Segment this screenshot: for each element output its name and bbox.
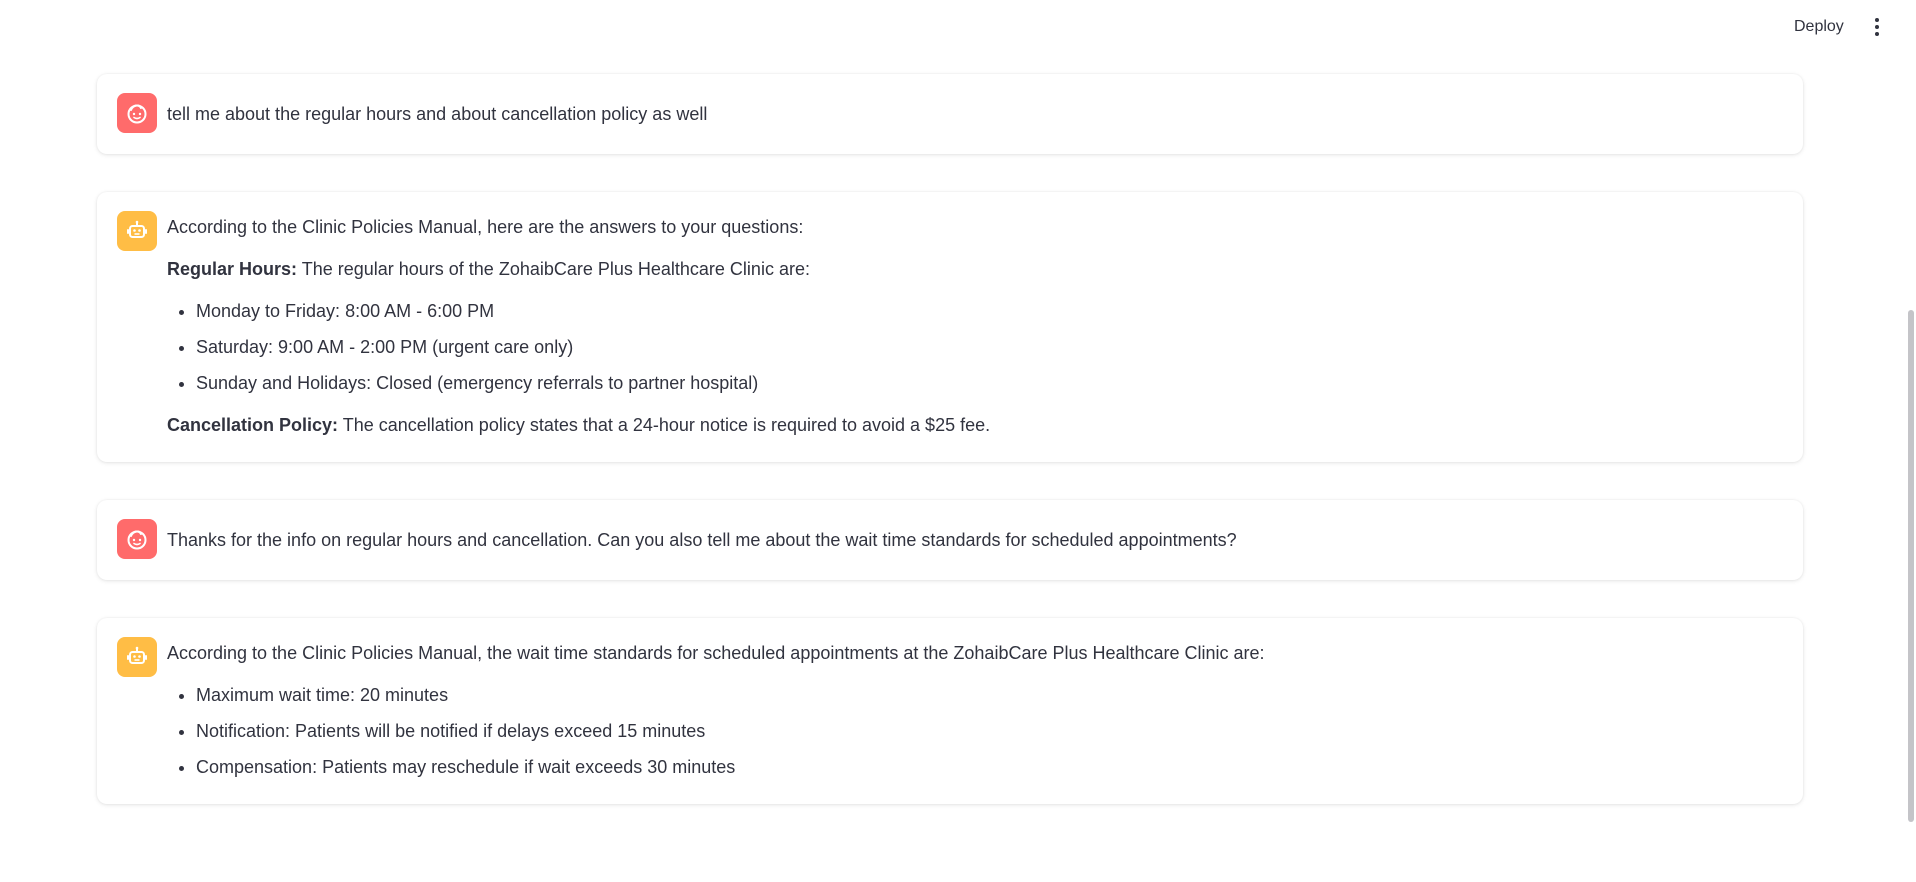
list-item: Sunday and Holidays: Closed (emergency r… [196,370,1779,396]
deploy-button[interactable]: Deploy [1782,14,1856,40]
chat-message-assistant: According to the Clinic Policies Manual,… [97,618,1803,804]
user-face-icon [117,93,157,133]
scrollbar-thumb[interactable] [1908,310,1914,822]
message-text: Thanks for the info on regular hours and… [167,530,1237,550]
list-item: Notification: Patients will be notified … [196,718,1779,744]
list-item: Maximum wait time: 20 minutes [196,682,1779,708]
kebab-menu-icon[interactable] [1864,14,1890,40]
robot-icon [117,211,157,251]
cancellation-text: The cancellation policy states that a 24… [338,415,991,435]
top-header: Deploy [0,0,1916,56]
menu-dot [1875,32,1879,36]
list-item: Monday to Friday: 8:00 AM - 6:00 PM [196,298,1779,324]
list-item: Saturday: 9:00 AM - 2:00 PM (urgent care… [196,334,1779,360]
scrollbar[interactable] [1906,0,1916,882]
regular-hours-paragraph: Regular Hours: The regular hours of the … [167,256,1779,282]
user-face-icon [117,519,157,559]
chat-app: Deploy tell me about the regular hours a… [0,0,1916,882]
menu-dot [1875,25,1879,29]
cancellation-paragraph: Cancellation Policy: The cancellation po… [167,412,1779,438]
wait-time-list: Maximum wait time: 20 minutes Notificati… [167,682,1779,780]
list-item: Compensation: Patients may reschedule if… [196,754,1779,780]
chat-message-user: tell me about the regular hours and abou… [97,74,1803,154]
chat-messages: tell me about the regular hours and abou… [97,74,1803,842]
menu-dot [1875,18,1879,22]
message-text: tell me about the regular hours and abou… [167,104,708,124]
message-intro: According to the Clinic Policies Manual,… [167,217,804,237]
regular-hours-label: Regular Hours: [167,259,298,279]
chat-message-user: Thanks for the info on regular hours and… [97,500,1803,580]
chat-message-assistant: According to the Clinic Policies Manual,… [97,192,1803,462]
regular-hours-text: The regular hours of the ZohaibCare Plus… [297,259,810,279]
hours-list: Monday to Friday: 8:00 AM - 6:00 PM Satu… [167,298,1779,396]
robot-icon [117,637,157,677]
cancellation-label: Cancellation Policy: [167,415,339,435]
message-intro: According to the Clinic Policies Manual,… [167,643,1265,663]
